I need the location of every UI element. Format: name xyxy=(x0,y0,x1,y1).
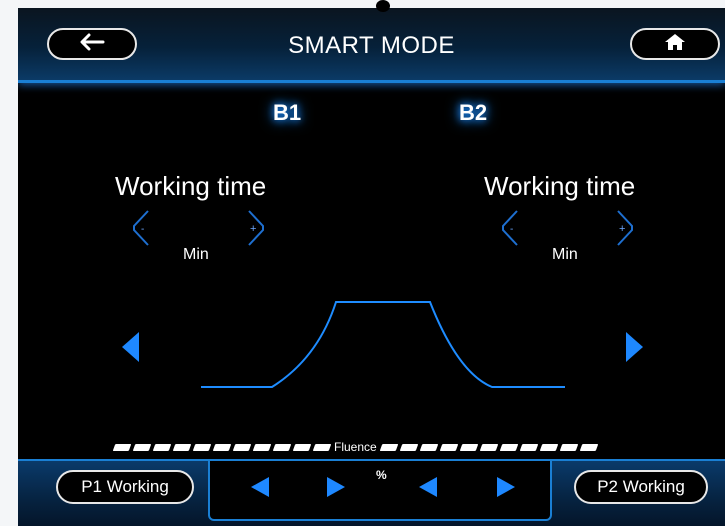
svg-text:-: - xyxy=(141,224,144,235)
time-unit-right: Min xyxy=(552,246,578,263)
decrease-time-left-button[interactable]: - xyxy=(128,208,154,248)
fluence-right-increase-button[interactable] xyxy=(494,475,518,499)
home-icon xyxy=(664,33,686,56)
page-title: SMART MODE xyxy=(288,32,455,59)
fluence-segment xyxy=(479,443,498,451)
next-profile-button[interactable] xyxy=(624,330,646,364)
fluence-label: Fluence xyxy=(334,440,377,454)
increase-time-right-button[interactable]: + xyxy=(612,208,638,248)
fluence-segment xyxy=(172,443,192,451)
fluence-segment xyxy=(519,443,538,451)
channel-b1-label[interactable]: B1 xyxy=(273,100,301,126)
fluence-bar: Fluence xyxy=(112,440,654,454)
svg-text:-: - xyxy=(510,224,513,235)
fluence-segment xyxy=(232,443,252,451)
fluence-segment xyxy=(252,443,272,451)
fluence-segment xyxy=(132,443,152,451)
fluence-segment xyxy=(292,443,312,451)
header-bar: SMART MODE xyxy=(18,8,725,83)
decrease-time-right-button[interactable]: - xyxy=(497,208,523,248)
fluence-segment xyxy=(399,443,418,451)
p1-working-button[interactable]: P1 Working xyxy=(56,470,194,504)
fluence-segment xyxy=(312,443,332,451)
fluence-percent-unit: % xyxy=(376,468,387,482)
p2-working-button[interactable]: P2 Working xyxy=(574,470,708,504)
svg-text:+: + xyxy=(250,223,256,235)
increase-time-left-button[interactable]: + xyxy=(243,208,269,248)
fluence-segment xyxy=(559,443,578,451)
fluence-left-decrease-button[interactable] xyxy=(248,475,272,499)
fluence-segment xyxy=(379,443,398,451)
fluence-segment xyxy=(579,443,598,451)
fluence-left-increase-button[interactable] xyxy=(324,475,348,499)
fluence-segment xyxy=(192,443,212,451)
previous-profile-button[interactable] xyxy=(119,330,141,364)
device-screen: SMART MODE B1 B2 Working time Working ti… xyxy=(18,8,725,526)
working-time-label-right: Working time xyxy=(484,171,636,201)
time-unit-left: Min xyxy=(183,246,209,263)
working-time-label-left: Working time xyxy=(115,171,267,201)
fluence-segment xyxy=(272,443,292,451)
svg-text:+: + xyxy=(619,223,625,235)
fluence-segment xyxy=(112,443,132,451)
fluence-right-decrease-button[interactable] xyxy=(416,475,440,499)
top-indicator-dot xyxy=(376,0,390,12)
home-button[interactable] xyxy=(630,28,720,60)
fluence-segment xyxy=(212,443,232,451)
channel-b2-label[interactable]: B2 xyxy=(459,100,487,126)
fluence-segment xyxy=(152,443,172,451)
fluence-segment xyxy=(539,443,558,451)
fluence-segment xyxy=(459,443,478,451)
fluence-segment xyxy=(439,443,458,451)
fluence-segment xyxy=(419,443,438,451)
fluence-segment xyxy=(499,443,518,451)
